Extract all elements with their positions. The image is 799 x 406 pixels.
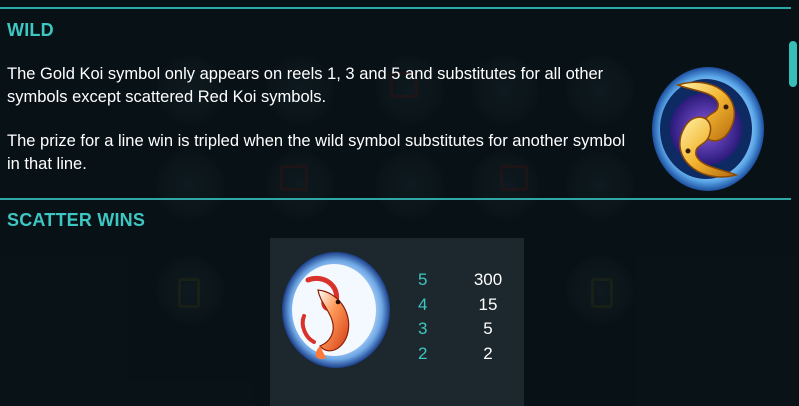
wild-title: WILD — [7, 20, 54, 40]
top-divider — [0, 7, 791, 9]
wild-paragraph-2: The prize for a line win is tripled when… — [7, 132, 626, 173]
scatter-paytable-panel: 5 300 4 15 3 5 2 2 — [270, 238, 524, 406]
paytable-row: 5 300 — [418, 268, 518, 293]
paytable-row: 2 2 — [418, 342, 518, 367]
wild-paragraph-1: The Gold Koi symbol only appears on reel… — [7, 65, 604, 106]
paytable-row: 4 15 — [418, 293, 518, 318]
symbol-count: 5 — [418, 270, 428, 290]
symbol-count: 4 — [418, 294, 428, 314]
scatter-title: SCATTER WINS — [7, 210, 146, 230]
paytable-row: 3 5 — [418, 317, 518, 342]
red-koi-icon — [278, 246, 396, 371]
gold-koi-icon — [648, 63, 768, 193]
symbol-count: 3 — [418, 319, 428, 339]
symbol-count: 2 — [418, 343, 428, 363]
payout-value: 15 — [478, 294, 498, 314]
payout-value: 300 — [473, 270, 503, 290]
payout-value: 2 — [483, 343, 493, 363]
section-divider — [0, 198, 791, 200]
payout-value: 5 — [483, 319, 493, 339]
scrollbar-thumb[interactable] — [789, 41, 797, 87]
scatter-paytable: 5 300 4 15 3 5 2 2 — [418, 268, 518, 366]
